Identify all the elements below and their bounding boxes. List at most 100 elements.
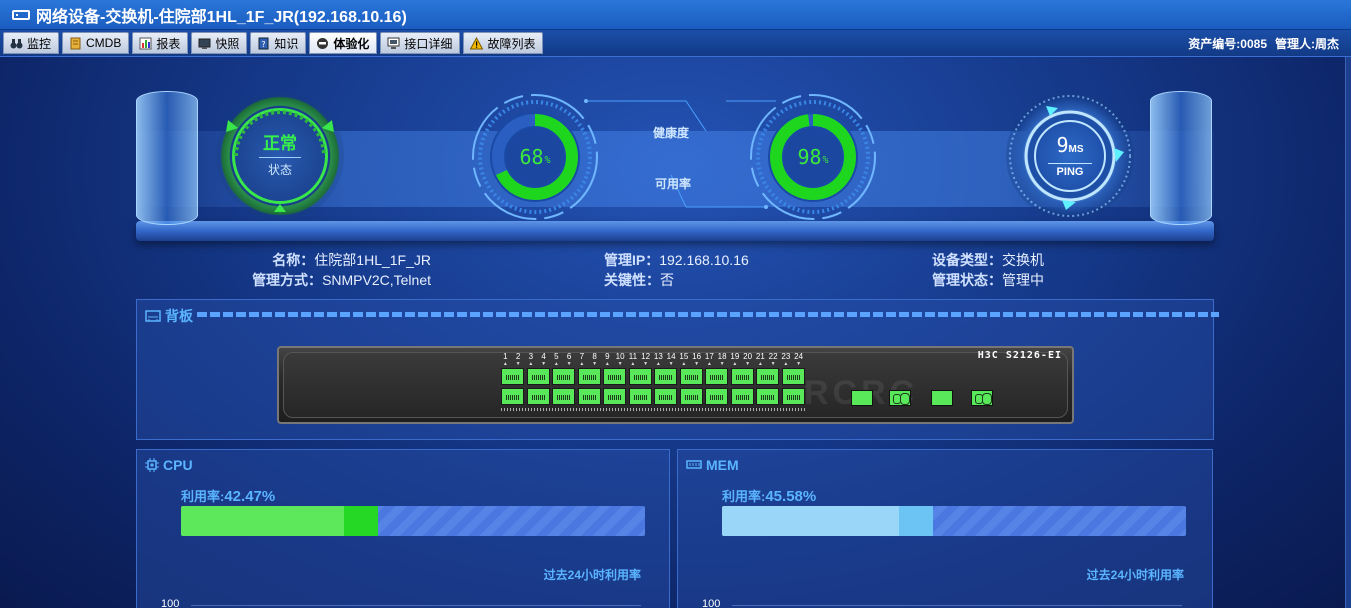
switch-port[interactable] bbox=[526, 388, 550, 405]
arrow-down-icon: ▼ bbox=[770, 361, 776, 367]
arrow-down-icon: ▼ bbox=[694, 361, 700, 367]
tab-interface-detail[interactable]: 接口详细 bbox=[380, 32, 461, 54]
switch-port[interactable] bbox=[526, 368, 550, 385]
switch-port[interactable] bbox=[781, 388, 805, 405]
switch-port[interactable] bbox=[756, 388, 779, 405]
info-ip: 管理IP：192.168.10.16 bbox=[604, 250, 749, 270]
info-crit-value: 否 bbox=[660, 272, 674, 288]
arrow-up-icon: ▲ bbox=[553, 361, 559, 367]
switch-port[interactable] bbox=[577, 388, 601, 405]
info-state: 管理状态：管理中 bbox=[932, 270, 1044, 290]
arrow-up-icon: ▲ bbox=[732, 361, 738, 367]
ping-number: 9 bbox=[1056, 133, 1069, 157]
cpu-panel: CPU 利用率:42.47% 过去24小时利用率 100 bbox=[136, 449, 670, 608]
ping-inner: 9MS PING bbox=[1034, 120, 1106, 192]
switch-port[interactable] bbox=[552, 368, 575, 385]
port-number: 3 bbox=[528, 352, 534, 361]
mem-history-label: 过去24小时利用率 bbox=[1086, 568, 1184, 582]
port-number: 14 bbox=[666, 352, 676, 361]
svg-text:?: ? bbox=[262, 40, 266, 49]
switch-port[interactable] bbox=[628, 368, 652, 385]
info-state-value: 管理中 bbox=[1002, 272, 1044, 288]
switch-port[interactable] bbox=[603, 388, 626, 405]
info-crit-key: 关键性： bbox=[604, 272, 660, 288]
tab-label: CMDB bbox=[86, 36, 122, 50]
arrow-up-icon: ▲ bbox=[579, 361, 585, 367]
cpu-rate-value: 42.47% bbox=[224, 488, 276, 505]
switch-port[interactable] bbox=[705, 368, 728, 385]
health-unit: % bbox=[544, 154, 551, 166]
monitor-icon bbox=[198, 37, 211, 50]
arrow-down-icon: ▼ bbox=[515, 361, 521, 367]
switch-port[interactable] bbox=[501, 368, 524, 385]
switch-port[interactable] bbox=[552, 388, 575, 405]
arrow-down-icon: ▼ bbox=[643, 361, 649, 367]
mem-title-text: MEM bbox=[706, 457, 739, 473]
port-number: 9 bbox=[605, 352, 610, 361]
ping-divider bbox=[1048, 163, 1092, 164]
switch-port[interactable] bbox=[730, 388, 754, 405]
tab-knowledge[interactable]: ? 知识 bbox=[250, 32, 307, 54]
status-dial: 正常 状态 bbox=[216, 92, 344, 220]
switch-port[interactable] bbox=[679, 388, 703, 405]
port-number: 22 bbox=[768, 352, 778, 361]
port-number: 8 bbox=[592, 352, 597, 361]
arrow-down-icon: ▼ bbox=[617, 361, 623, 367]
title-dashes bbox=[197, 312, 1219, 317]
switch-port[interactable] bbox=[756, 368, 779, 385]
port-number: 7 bbox=[579, 352, 585, 361]
arrow-up-icon: ▲ bbox=[502, 361, 508, 367]
info-mgmt-value: SNMPV2C,Telnet bbox=[322, 272, 431, 288]
tab-snapshot[interactable]: 快照 bbox=[191, 32, 248, 54]
backplane-panel: 背板 H3C S2126-EI RCRC 1234567891011121314… bbox=[136, 299, 1219, 440]
tab-label: 故障列表 bbox=[487, 36, 536, 51]
sfp-port-28[interactable] bbox=[971, 390, 993, 406]
info-mgmt-key: 管理方式： bbox=[252, 272, 323, 288]
arrow-down-icon: ▼ bbox=[719, 361, 725, 367]
switch-port[interactable] bbox=[679, 368, 703, 385]
switch-port[interactable] bbox=[603, 368, 626, 385]
switch-port[interactable] bbox=[730, 368, 754, 385]
info-name: 名称：住院部1HL_1F_JR bbox=[272, 250, 431, 270]
right-scroll-edge[interactable] bbox=[1345, 57, 1351, 608]
cpu-usage-fill-edge bbox=[344, 506, 379, 536]
tab-monitor[interactable]: 监控 bbox=[3, 32, 60, 54]
switch-port[interactable] bbox=[654, 368, 677, 385]
tab-fault-list[interactable]: 故障列表 bbox=[463, 32, 544, 54]
switch-port[interactable] bbox=[577, 368, 601, 385]
mem-y-max: 100 bbox=[702, 598, 721, 608]
dashboard-stage: 正常 状态 68% 98 % 健康度 可用率 9MS PING bbox=[136, 87, 1214, 247]
manager-name: 管理人:周杰 bbox=[1275, 36, 1339, 51]
tab-cmdb[interactable]: CMDB bbox=[62, 32, 130, 54]
cpu-title-text: CPU bbox=[163, 457, 193, 473]
switch-faceplate[interactable]: H3C S2126-EI RCRC 1234567891011121314151… bbox=[277, 346, 1074, 424]
info-criticality: 关键性：否 bbox=[604, 270, 674, 290]
switch-port[interactable] bbox=[781, 368, 805, 385]
health-label: 健康度 bbox=[653, 126, 690, 140]
port-number: 16 bbox=[692, 352, 702, 361]
availability-label: 可用率 bbox=[655, 177, 692, 191]
switch-model: H3C S2126-EI bbox=[977, 350, 1062, 361]
uplink-port-27[interactable] bbox=[931, 390, 953, 406]
info-ip-key: 管理IP： bbox=[604, 252, 660, 268]
arrow-down-icon: ▼ bbox=[745, 361, 751, 367]
ping-unit: MS bbox=[1068, 144, 1084, 155]
tab-label: 快照 bbox=[215, 36, 240, 51]
info-type: 设备类型：交换机 bbox=[932, 250, 1044, 270]
asset-number: 资产编号:0085 bbox=[1188, 36, 1267, 51]
switch-port[interactable] bbox=[654, 388, 677, 405]
tab-experience[interactable]: 体验化 bbox=[309, 32, 378, 54]
tab-report[interactable]: 报表 bbox=[132, 32, 189, 54]
switch-port[interactable] bbox=[705, 388, 728, 405]
switch-port[interactable] bbox=[501, 388, 524, 405]
port-numbers: 1 2 3 4 5 6 7 8 9 10 11 12 13 14 15 16 17 18 19 20 21 22 23 24 bbox=[499, 352, 805, 361]
mem-rate: 利用率:45.58% bbox=[722, 486, 816, 505]
info-type-value: 交换机 bbox=[1002, 252, 1044, 268]
uplink-port-25[interactable] bbox=[851, 390, 873, 406]
backplane-title: 背板 bbox=[145, 306, 193, 326]
sfp-port-26[interactable] bbox=[889, 390, 911, 406]
switch-port[interactable] bbox=[628, 388, 652, 405]
port-number: 19 bbox=[730, 352, 740, 361]
tab-label: 报表 bbox=[156, 36, 181, 51]
arrow-up-icon: ▲ bbox=[706, 361, 712, 367]
